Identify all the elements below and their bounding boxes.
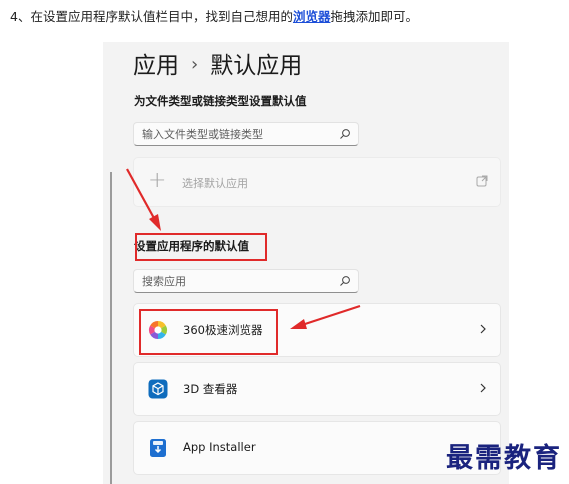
- open-external-icon[interactable]: [476, 175, 488, 187]
- highlight-box-360-browser: [139, 309, 278, 355]
- scroll-indicator: [110, 172, 112, 484]
- caption-suffix: 拖拽添加即可。: [330, 9, 418, 24]
- app-name: 3D 查看器: [183, 382, 238, 396]
- highlight-box-section-heading: [135, 233, 267, 261]
- chevron-right-icon: [480, 383, 486, 393]
- search-icon[interactable]: [339, 275, 351, 287]
- file-type-search-box[interactable]: [133, 122, 359, 146]
- 3d-viewer-icon: [148, 379, 168, 399]
- choose-default-app-row[interactable]: + 选择默认应用: [133, 157, 501, 207]
- watermark: 最需教育: [446, 443, 562, 474]
- app-item-3d-viewer[interactable]: 3D 查看器: [133, 362, 501, 416]
- breadcrumb-parent[interactable]: 应用: [133, 53, 179, 79]
- file-type-search-input[interactable]: [134, 123, 338, 145]
- breadcrumb: 应用 › 默认应用: [133, 46, 302, 80]
- app-name: App Installer: [183, 440, 256, 454]
- settings-window: 应用›默认应用 为文件类型或链接类型设置默认值 + 选择默认应用 设置应用程序的…: [103, 42, 509, 484]
- app-installer-icon: [150, 439, 166, 457]
- choose-default-app-label: 选择默认应用: [182, 177, 248, 190]
- app-search-box[interactable]: [133, 269, 359, 293]
- page-title: 默认应用: [210, 53, 303, 79]
- plus-icon: +: [148, 168, 167, 193]
- breadcrumb-separator: ›: [191, 54, 199, 75]
- search-icon[interactable]: [339, 128, 351, 140]
- file-types-heading: 为文件类型或链接类型设置默认值: [134, 94, 307, 108]
- caption-prefix: 4、在设置应用程序默认值栏目中，找到自己想用的: [10, 9, 293, 24]
- browser-link[interactable]: 浏览器: [293, 9, 331, 24]
- instruction-caption: 4、在设置应用程序默认值栏目中，找到自己想用的浏览器拖拽添加即可。: [10, 6, 418, 25]
- chevron-right-icon: [480, 324, 486, 334]
- app-search-input[interactable]: [134, 270, 338, 292]
